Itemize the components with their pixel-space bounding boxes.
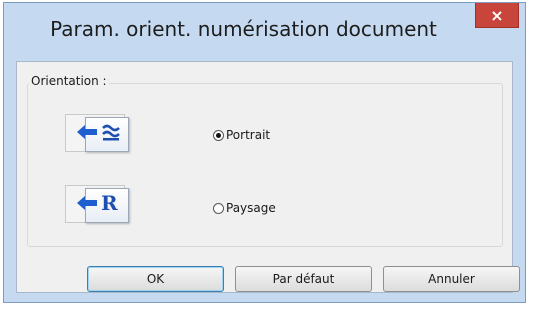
- arrow-left-icon: [77, 125, 97, 139]
- close-icon: ×: [490, 5, 504, 25]
- radio-portrait-label: Portrait: [226, 128, 271, 142]
- radio-paysage-label: Paysage: [226, 201, 276, 215]
- radio-button-portrait[interactable]: [213, 129, 224, 141]
- radio-portrait[interactable]: Portrait: [213, 128, 270, 142]
- orientation-group-label: Orientation :: [29, 74, 109, 88]
- title-bar[interactable]: Param. orient. numérisation document ×: [4, 3, 525, 61]
- portrait-glyph-icon: [102, 124, 120, 141]
- radio-button-paysage[interactable]: [213, 202, 224, 214]
- arrow-left-icon: [77, 196, 97, 210]
- dialog-title: Param. orient. numérisation document: [50, 17, 437, 41]
- cancel-button[interactable]: Annuler: [383, 266, 520, 292]
- ok-button[interactable]: OK: [87, 266, 224, 292]
- dialog-body: Orientation : Portrait R Paysage OK Par …: [16, 61, 520, 293]
- default-button[interactable]: Par défaut: [235, 266, 372, 292]
- dialog-window: Param. orient. numérisation document × O…: [3, 2, 526, 303]
- close-button[interactable]: ×: [475, 3, 519, 28]
- portrait-orientation-icon: [65, 114, 131, 152]
- landscape-orientation-icon: R: [65, 185, 131, 223]
- radio-paysage[interactable]: Paysage: [213, 201, 276, 215]
- landscape-glyph-icon: R: [101, 191, 118, 215]
